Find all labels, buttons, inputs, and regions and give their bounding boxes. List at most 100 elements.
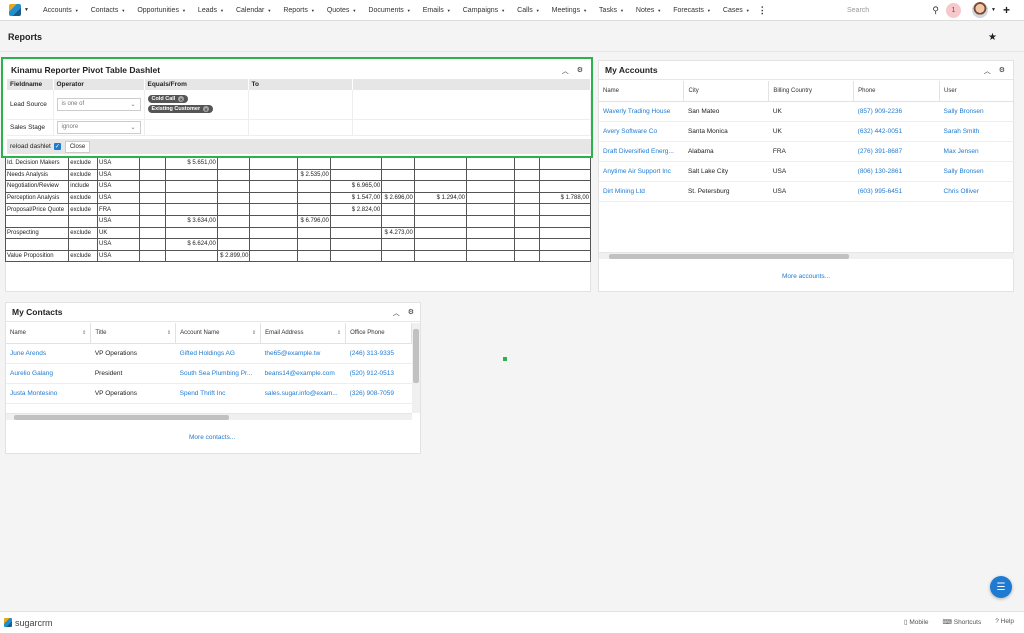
chevron-down-icon[interactable]: ▼ (311, 8, 315, 13)
logo-dropdown-icon[interactable]: ▼ (24, 7, 29, 13)
filter-pill[interactable]: Existing Customer ✕ (147, 105, 214, 114)
operator-select-sales-stage[interactable]: ignore ⌄ (56, 120, 141, 134)
chevron-down-icon[interactable]: ▼ (121, 8, 125, 13)
table-cell[interactable]: (857) 909-2236 (853, 101, 940, 122)
gear-icon[interactable]: ⚙ (408, 308, 414, 318)
table-cell[interactable]: (603) 995-6451 (853, 181, 940, 202)
nav-item-calls[interactable]: Calls ▼ (511, 7, 546, 14)
collapse-icon[interactable]: ︿ (984, 66, 991, 76)
chevron-down-icon[interactable]: ▼ (220, 8, 224, 13)
nav-item-calendar[interactable]: Calendar ▼ (230, 7, 277, 14)
nav-item-emails[interactable]: Emails ▼ (417, 7, 457, 14)
reload-checkbox[interactable]: ✓ (53, 143, 61, 150)
table-cell[interactable]: (806) 130-2861 (853, 161, 940, 182)
nav-item-campaigns[interactable]: Campaigns ▼ (457, 7, 511, 14)
nav-item-reports[interactable]: Reports ▼ (277, 7, 320, 14)
table-cell[interactable]: Gifted Holdings AG (175, 343, 261, 364)
nav-item-forecasts[interactable]: Forecasts ▼ (667, 7, 717, 14)
remove-pill-icon[interactable]: ✕ (203, 106, 210, 113)
column-header-office-phone[interactable]: Office Phone (345, 323, 412, 344)
table-cell[interactable]: (276) 391-8687 (853, 141, 940, 162)
remove-pill-icon[interactable]: ✕ (178, 96, 185, 103)
gear-icon[interactable]: ⚙ (577, 66, 583, 76)
table-cell[interactable]: (632) 442-0051 (853, 121, 940, 142)
table-cell[interactable]: (326) 908-7059 (345, 383, 412, 404)
nav-item-notes[interactable]: Notes ▼ (630, 7, 667, 14)
operator-select-lead-source[interactable]: is one of ⌄ (56, 97, 141, 111)
table-cell[interactable]: Justa Montesino (6, 383, 91, 404)
chevron-down-icon[interactable]: ▼ (583, 8, 587, 13)
quick-create-icon[interactable]: + (1003, 3, 1010, 17)
column-header-email-address[interactable]: Email Address ⇕ (260, 323, 347, 344)
nav-item-accounts[interactable]: Accounts ▼ (37, 7, 85, 14)
gear-icon[interactable]: ⚙ (999, 66, 1005, 76)
nav-item-opportunities[interactable]: Opportunities ▼ (131, 7, 192, 14)
table-cell[interactable]: Aurelio Galang (6, 363, 91, 384)
table-cell[interactable]: Max Jensen (939, 141, 1014, 162)
nav-item-documents[interactable]: Documents ▼ (362, 7, 416, 14)
accounts-horizontal-scrollbar[interactable] (599, 252, 1014, 259)
table-cell[interactable]: Avery Software Co (599, 121, 684, 142)
column-header-billing-country[interactable]: Billing Country (768, 81, 855, 102)
chevron-down-icon[interactable]: ▼ (267, 8, 271, 13)
sort-icon[interactable]: ⇕ (252, 330, 256, 336)
table-cell[interactable]: South Sea Plumbing Pr... (175, 363, 261, 384)
contacts-horizontal-scrollbar[interactable] (6, 413, 412, 420)
chevron-down-icon[interactable]: ▼ (182, 8, 186, 13)
contacts-vertical-scrollbar[interactable] (412, 323, 420, 413)
nav-item-contacts[interactable]: Contacts ▼ (85, 7, 132, 14)
table-cell[interactable]: Spend Thrift Inc (175, 383, 261, 404)
chevron-down-icon[interactable]: ▼ (707, 8, 711, 13)
column-header-user[interactable]: User (939, 81, 1014, 102)
collapse-icon[interactable]: ︿ (393, 308, 400, 318)
menu-fab-icon[interactable]: ☰ (990, 576, 1012, 598)
chevron-down-icon[interactable]: ▼ (536, 8, 540, 13)
table-cell[interactable]: (520) 912-0513 (345, 363, 412, 384)
favorite-star-icon[interactable]: ★ (988, 32, 997, 43)
table-cell[interactable]: Dirt Mining Ltd (599, 181, 684, 202)
table-cell[interactable]: Sally Bronsen (939, 101, 1014, 122)
mobile-link[interactable]: ▯ Mobile (904, 618, 929, 626)
column-header-name[interactable]: Name (599, 81, 685, 102)
chevron-down-icon[interactable]: ▼ (447, 8, 451, 13)
sort-icon[interactable]: ⇕ (82, 330, 86, 336)
nav-item-meetings[interactable]: Meetings ▼ (546, 7, 593, 14)
table-cell[interactable]: sales.sugar.info@exam... (260, 383, 346, 404)
table-cell[interactable]: (246) 313-9335 (345, 343, 412, 364)
sort-icon[interactable]: ⇕ (167, 330, 171, 336)
column-header-title[interactable]: Title ⇕ (90, 323, 177, 344)
chevron-down-icon[interactable]: ▼ (746, 8, 750, 13)
sort-icon[interactable]: ⇕ (337, 330, 341, 336)
notifications-badge[interactable]: 1 (946, 3, 961, 18)
help-link[interactable]: ? Help (995, 618, 1014, 626)
search-input[interactable]: Search ⚲ (847, 4, 939, 17)
more-accounts-link[interactable]: More accounts... (782, 273, 830, 280)
table-cell[interactable]: Sally Bronsen (939, 161, 1014, 182)
table-cell[interactable]: beans14@example.com (260, 363, 346, 384)
table-cell[interactable]: June Arends (6, 343, 91, 364)
more-modules-icon[interactable]: ⋮ (758, 5, 767, 16)
chevron-down-icon[interactable]: ▼ (657, 8, 661, 13)
chevron-down-icon[interactable]: ▼ (501, 8, 505, 13)
nav-item-cases[interactable]: Cases ▼ (717, 7, 756, 14)
chevron-down-icon[interactable]: ▼ (407, 8, 411, 13)
column-header-phone[interactable]: Phone (853, 81, 941, 102)
table-cell[interactable]: Draft Diversified Energ... (599, 141, 684, 162)
chevron-down-icon[interactable]: ▼ (352, 8, 356, 13)
shortcuts-link[interactable]: ⌨ Shortcuts (943, 618, 982, 626)
close-button[interactable]: Close (64, 140, 91, 153)
user-menu-chevron-icon[interactable]: ▼ (991, 7, 996, 13)
filter-pill[interactable]: Cold Call ✕ (147, 95, 189, 104)
more-contacts-link[interactable]: More contacts... (189, 434, 235, 441)
collapse-icon[interactable]: ︿ (562, 66, 569, 76)
nav-item-leads[interactable]: Leads ▼ (192, 7, 230, 14)
table-cell[interactable]: Sarah Smith (939, 121, 1014, 142)
sugar-logo-icon[interactable] (9, 4, 21, 16)
nav-item-quotes[interactable]: Quotes ▼ (321, 7, 363, 14)
nav-item-tasks[interactable]: Tasks ▼ (593, 7, 630, 14)
column-header-account-name[interactable]: Account Name ⇕ (175, 323, 262, 344)
chevron-down-icon[interactable]: ▼ (75, 8, 79, 13)
chevron-down-icon[interactable]: ▼ (620, 8, 624, 13)
table-cell[interactable]: Anytime Air Support Inc (599, 161, 684, 182)
search-icon[interactable]: ⚲ (932, 5, 939, 16)
